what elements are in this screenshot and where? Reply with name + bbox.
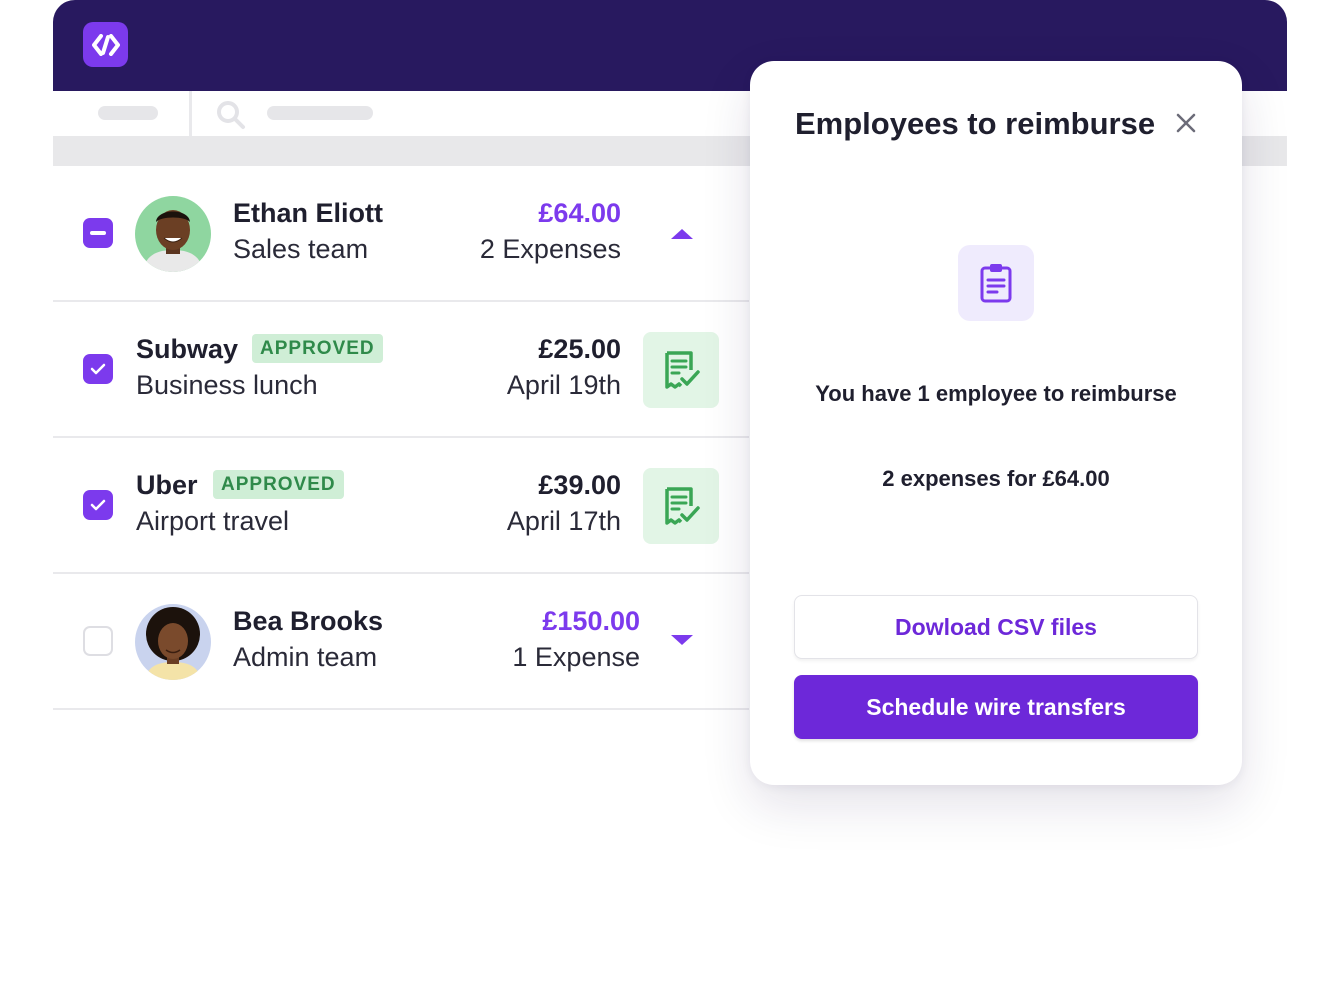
expense-date: April 19th (506, 370, 621, 400)
caret-up-icon[interactable] (669, 227, 695, 241)
toolbar-divider (189, 91, 192, 136)
expense-purpose: Business lunch (136, 370, 318, 400)
caret-down-icon[interactable] (669, 633, 695, 647)
skeleton-placeholder (98, 106, 158, 120)
swap-arrows-icon (91, 33, 120, 56)
status-badge: APPROVED (252, 334, 383, 363)
person-avatar-image (135, 196, 211, 272)
status-badge: APPROVED (213, 470, 344, 499)
clipboard-icon (980, 264, 1012, 303)
person-avatar-image (135, 604, 211, 680)
reimburse-panel: Employees to reimburse You have 1 employ… (750, 61, 1242, 785)
expense-amount: £39.00 (538, 470, 621, 500)
expense-date: April 17th (506, 506, 621, 536)
employee-total: £64.00 (538, 198, 621, 228)
merchant-name: Uber (136, 470, 198, 500)
panel-title: Employees to reimburse (795, 106, 1156, 141)
reimburse-summary: 2 expenses for £64.00 (882, 466, 1110, 491)
schedule-transfers-button[interactable]: Schedule wire transfers (794, 675, 1198, 739)
check-icon (90, 499, 106, 511)
receipt-button[interactable] (643, 332, 719, 408)
close-icon[interactable] (1174, 111, 1198, 135)
row-checkbox-checked[interactable] (83, 490, 113, 520)
expense-count: 1 Expense (512, 642, 640, 672)
receipt-check-icon (665, 487, 700, 525)
employee-team: Admin team (233, 642, 378, 672)
expense-row[interactable]: Uber APPROVED Airport travel £39.00 Apri… (53, 438, 749, 574)
check-icon (90, 363, 106, 375)
expense-amount: £25.00 (538, 334, 621, 364)
employee-total: £150.00 (542, 606, 640, 636)
clipboard-icon-container (958, 245, 1034, 321)
search-icon[interactable] (215, 99, 247, 131)
expense-row[interactable]: Subway APPROVED Business lunch £25.00 Ap… (53, 302, 749, 438)
employee-row[interactable]: Bea Brooks Admin team £150.00 1 Expense (53, 574, 749, 710)
employee-name: Bea Brooks (233, 606, 384, 636)
employee-name: Ethan Eliott (233, 198, 383, 228)
row-checkbox-indeterminate[interactable] (83, 218, 113, 248)
app-logo[interactable] (83, 22, 128, 67)
search-placeholder[interactable] (267, 106, 373, 120)
employee-team: Sales team (233, 234, 369, 264)
avatar (135, 196, 211, 272)
receipt-check-icon (665, 351, 700, 389)
expense-count: 2 Expenses (479, 234, 621, 264)
reimburse-message: You have 1 employee to reimburse (815, 381, 1177, 406)
download-csv-button[interactable]: Dowload CSV files (794, 595, 1198, 659)
receipt-button[interactable] (643, 468, 719, 544)
minus-icon (90, 231, 106, 235)
avatar (135, 604, 211, 680)
expense-purpose: Airport travel (136, 506, 290, 536)
employee-row[interactable]: Ethan Eliott Sales team £64.00 2 Expense… (53, 166, 749, 302)
merchant-name: Subway (136, 334, 239, 364)
row-checkbox-checked[interactable] (83, 354, 113, 384)
row-checkbox-unchecked[interactable] (83, 626, 113, 656)
